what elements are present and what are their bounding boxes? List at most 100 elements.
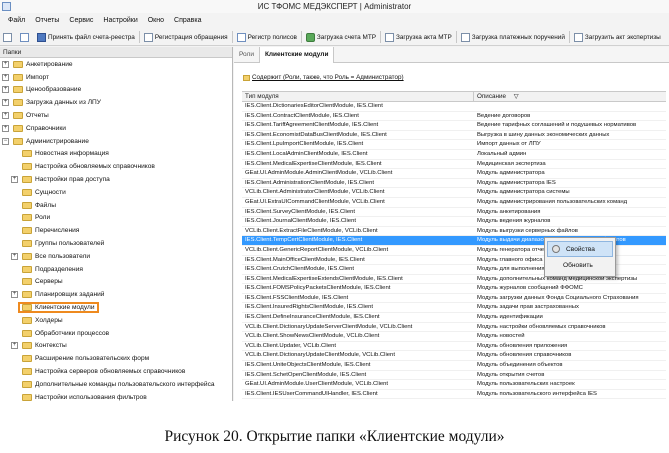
load-mtr-invoice-button[interactable]: Загрузка счета МТР xyxy=(303,30,379,45)
folder-entry[interactable]: Дополнительные команды пользовательского… xyxy=(20,380,217,388)
tree-node[interactable]: Новостная информация xyxy=(0,148,232,161)
tree-node[interactable]: Холдеры xyxy=(0,314,232,327)
tree-node[interactable]: Клиентские модули xyxy=(0,301,232,314)
expand-icon[interactable]: + xyxy=(2,60,9,68)
tree-node[interactable]: + Ценообразование xyxy=(0,84,232,97)
tree-node[interactable]: Сущности xyxy=(0,186,232,199)
table-row[interactable]: IES.Client.FOMSPolicyPacketsClientModule… xyxy=(242,284,666,294)
expand-icon[interactable]: + xyxy=(11,291,18,299)
folder-entry[interactable]: Обработчики процессов xyxy=(20,329,111,337)
tree-node[interactable]: Дополнительные команды пользовательского… xyxy=(0,378,232,391)
table-row[interactable]: VCLib.Client.DictionaryUpdateServerClien… xyxy=(242,323,666,333)
folder-entry[interactable]: Администрирование xyxy=(11,137,91,145)
filter-icon[interactable]: ▽ xyxy=(514,93,519,100)
tree-node[interactable]: + Анкетирование xyxy=(0,58,232,71)
menu-reports[interactable]: Отчеты xyxy=(30,13,64,29)
table-row[interactable]: VCLib.Client.AdministratorClientModule, … xyxy=(242,188,666,198)
expand-icon[interactable]: + xyxy=(2,73,9,81)
expand-icon[interactable]: + xyxy=(2,124,9,132)
folder-entry[interactable]: Новостная информация xyxy=(20,150,111,158)
folder-entry[interactable]: Отчеты xyxy=(11,112,51,120)
folder-entry[interactable]: Расширение пользовательских форм xyxy=(20,355,151,363)
tree-node[interactable]: Подразделения xyxy=(0,263,232,276)
table-row[interactable]: VCLib.Client.Updater, VCLib.Client Модуль… xyxy=(242,342,666,352)
folder-entry[interactable]: Планировщик заданий xyxy=(20,291,106,299)
menu-window[interactable]: Окно xyxy=(143,13,169,29)
table-row[interactable]: IES.Client.FSSClientModule, IES.Client Мо… xyxy=(242,294,666,304)
table-row[interactable]: VCLib.Client.DictionaryUpdateClientModul… xyxy=(242,351,666,362)
expand-icon[interactable]: + xyxy=(11,176,18,184)
tab-client-modules[interactable]: Клиентские модули xyxy=(258,47,335,63)
table-row[interactable]: IES.Client.IESUserCommandUIHandler, IES.… xyxy=(242,390,666,400)
column-description[interactable]: Описание ▽ xyxy=(474,92,666,101)
table-row[interactable]: GEat.UI.AdminModule.UserClientModule, VC… xyxy=(242,380,666,390)
table-row[interactable]: IES.Client.DefineInsuranceClientModule, … xyxy=(242,313,666,323)
load-mtr-act-button[interactable]: Загрузка акта МТР xyxy=(382,30,455,45)
folder-entry[interactable]: Контексты xyxy=(20,342,69,350)
policy-register-button[interactable]: Регистр полисов xyxy=(234,30,300,45)
table-row[interactable]: IES.Client.TariffAgreementClientModule, … xyxy=(242,121,666,131)
tree-node[interactable]: Перечисления xyxy=(0,224,232,237)
tree-node[interactable]: Файлы xyxy=(0,199,232,212)
refresh-button[interactable] xyxy=(17,30,34,45)
tree-node[interactable]: + Настройки прав доступа xyxy=(0,173,232,186)
expand-icon[interactable]: + xyxy=(11,252,18,260)
folder-entry[interactable]: Перечисления xyxy=(20,227,81,235)
open-button[interactable] xyxy=(0,30,17,45)
tree-node[interactable]: Роли xyxy=(0,212,232,225)
highlighted-folder[interactable]: Клиентские модули xyxy=(18,302,99,314)
folder-entry[interactable]: Холдеры xyxy=(20,316,65,324)
tree-node[interactable]: + Импорт xyxy=(0,71,232,84)
tree-node[interactable]: + Контексты xyxy=(0,340,232,353)
expand-icon[interactable]: + xyxy=(2,86,9,94)
column-module-type[interactable]: Тип модуля xyxy=(242,92,474,101)
expand-icon[interactable]: + xyxy=(11,342,18,350)
folder-entry[interactable]: Все пользователи xyxy=(20,252,92,260)
context-menu-properties[interactable]: Свойства xyxy=(547,241,613,257)
tree-node[interactable]: + Все пользователи xyxy=(0,250,232,263)
folder-entry[interactable]: Импорт xyxy=(11,73,51,81)
table-row[interactable]: VCLib.Client.ShowNewsClientModule, VCLib… xyxy=(242,332,666,342)
tree-node[interactable]: + Справочники xyxy=(0,122,232,135)
table-row[interactable]: IES.Client.LocalAdminClientModule, IES.C… xyxy=(242,150,666,160)
menu-help[interactable]: Справка xyxy=(169,13,206,29)
table-row[interactable]: IES.Client.DictionariesEditorClientModul… xyxy=(242,102,666,112)
table-row[interactable]: IES.Client.JournalClientModule, IES.Clie… xyxy=(242,217,666,227)
load-expertise-act-button[interactable]: Загрузить акт экспертизы xyxy=(571,30,664,45)
table-row[interactable]: VCLib.Client.ExtractFileClientModule, VC… xyxy=(242,227,666,237)
folder-entry[interactable]: Группы пользователей xyxy=(20,240,106,248)
tree-node[interactable]: + Планировщик заданий xyxy=(0,288,232,301)
context-menu-refresh[interactable]: Обновить xyxy=(545,257,615,273)
tree-node[interactable]: Настройки использования фильтров xyxy=(0,391,232,401)
register-appeal-button[interactable]: Регистрация обращения xyxy=(141,30,231,45)
folder-entry[interactable]: Настройки прав доступа xyxy=(20,176,112,184)
folder-entry[interactable]: Подразделения xyxy=(20,265,85,273)
table-row[interactable]: IES.Client.AdministrationClientModule, I… xyxy=(242,179,666,189)
tree-node[interactable]: Серверы xyxy=(0,276,232,289)
contains-roles-link[interactable]: Содержит (Роли, также, что Роль = Админи… xyxy=(252,72,404,83)
expand-icon[interactable]: + xyxy=(2,99,9,107)
tree-node[interactable]: Группы пользователей xyxy=(0,237,232,250)
folder-entry[interactable]: Настройки использования фильтров xyxy=(20,393,149,401)
folder-entry[interactable]: Справочники xyxy=(11,124,68,132)
table-row[interactable]: IES.Client.MedicalExpertiseClientModule,… xyxy=(242,160,666,170)
table-row[interactable]: IES.Client.ContractClientModule, IES.Cli… xyxy=(242,112,666,122)
collapse-icon[interactable]: − xyxy=(2,137,9,145)
folder-entry[interactable]: Роли xyxy=(20,214,52,222)
menu-service[interactable]: Сервис xyxy=(64,13,98,29)
load-payment-orders-button[interactable]: Загрузка платежных поручений xyxy=(458,30,568,45)
expand-icon[interactable]: + xyxy=(2,112,9,120)
tab-roles[interactable]: Роли xyxy=(234,47,259,63)
table-row[interactable]: IES.Client.InsuredRightsClientModule, IE… xyxy=(242,303,666,314)
tree-node[interactable]: Настройка обновляемых справочников xyxy=(0,160,232,173)
table-row[interactable]: IES.Client.EconomistDataBusClientModule,… xyxy=(242,131,666,141)
folder-entry[interactable]: Ценообразование xyxy=(11,86,83,94)
menu-settings[interactable]: Настройки xyxy=(98,13,142,29)
folder-entry[interactable]: Загрузка данных из ЛПУ xyxy=(11,99,103,107)
tree-node[interactable]: + Загрузка данных из ЛПУ xyxy=(0,96,232,109)
tree-node[interactable]: Обработчики процессов xyxy=(0,327,232,340)
table-row[interactable]: IES.Client.SchetOpenClientModule, IES.Cl… xyxy=(242,371,666,381)
accept-registry-button[interactable]: Принять файл счета-реестра xyxy=(34,30,138,45)
tree-node[interactable]: − Администрирование xyxy=(0,135,232,148)
tree-node[interactable]: Расширение пользовательских форм xyxy=(0,352,232,365)
